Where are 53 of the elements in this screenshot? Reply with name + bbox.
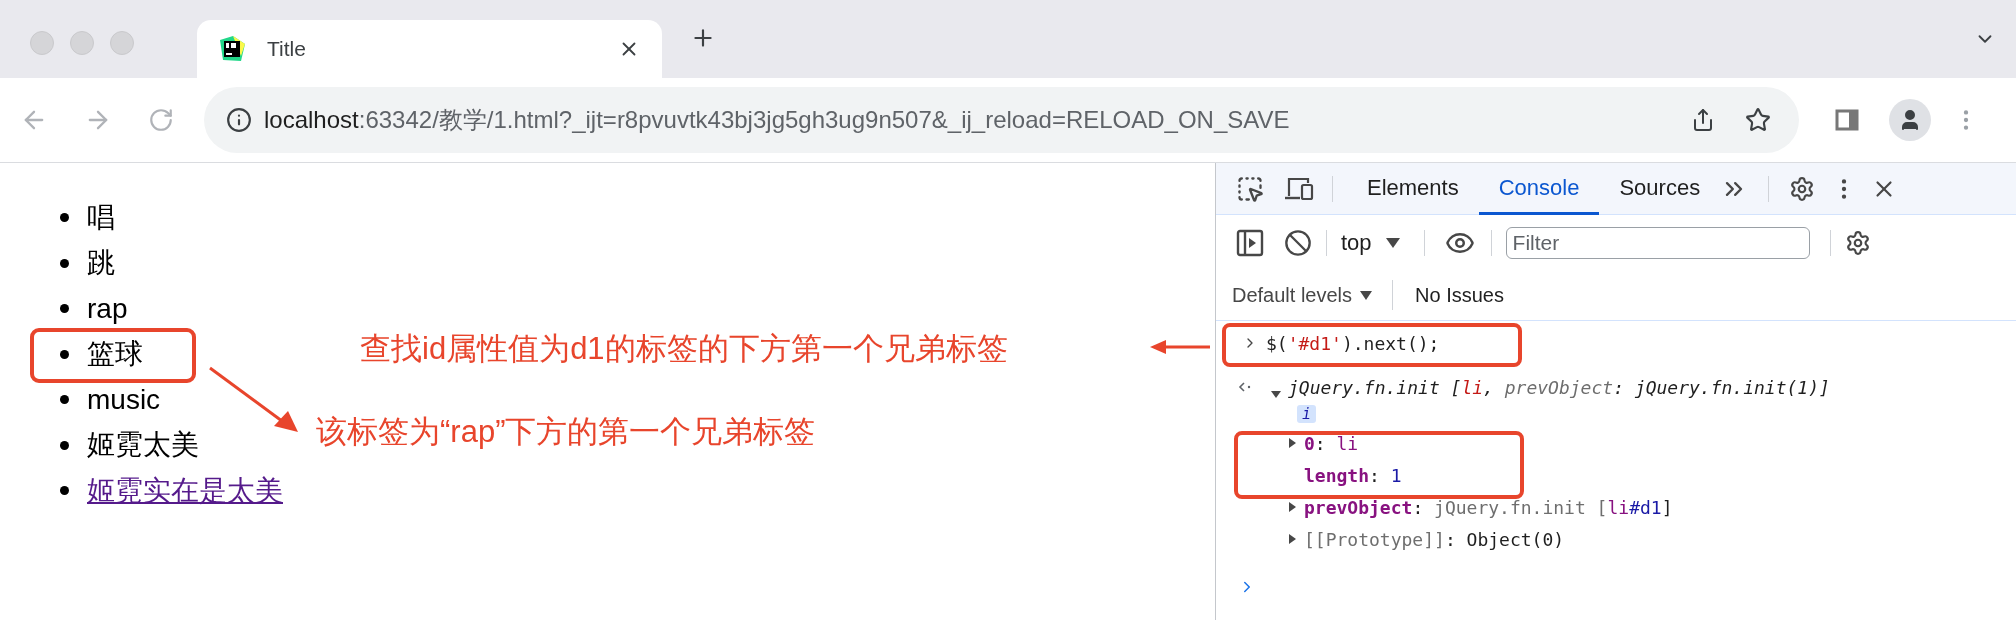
bullet xyxy=(60,349,69,359)
devtools-tab[interactable]: Elements xyxy=(1347,162,1479,215)
bullet xyxy=(60,486,69,496)
console-command-text: $('#d1').next(); xyxy=(1266,331,1440,356)
devtools-tab[interactable]: Sources xyxy=(1599,162,1721,215)
console-result-text: jQuery.fn.init [li, prevObject: jQuery.fn.init(1)] xyxy=(1288,375,1830,400)
property-line: [[Prototype]]: Object(0) xyxy=(1304,527,1565,552)
devtools-tab[interactable]: Console xyxy=(1478,162,1600,215)
annotation-text: 查找id属性值为d1的标签的下方第一个兄弟标签 xyxy=(360,330,1008,368)
caret-icon xyxy=(1385,237,1400,248)
info-badge[interactable]: i xyxy=(1297,405,1317,423)
share-icon[interactable] xyxy=(1691,108,1715,132)
bullet xyxy=(60,395,69,405)
list-item-text: music xyxy=(87,382,161,417)
bookmark-star-icon[interactable] xyxy=(1745,107,1771,133)
expand-triangle[interactable] xyxy=(1286,437,1298,449)
console-settings-icon[interactable] xyxy=(1844,229,1871,256)
expand-triangle[interactable] xyxy=(1270,388,1282,400)
property-line: length: 1 xyxy=(1304,463,1402,488)
list-item-text: 唱 xyxy=(87,200,115,235)
browser-tab[interactable]: Title xyxy=(197,20,662,78)
caret-icon xyxy=(1360,290,1373,300)
sidebar-toggle-icon[interactable] xyxy=(1236,228,1264,257)
bullet xyxy=(60,440,69,450)
side-panel-icon[interactable] xyxy=(1835,108,1859,132)
url-text: localhost:63342/教学/1.html?_ijt=r8pvuvtk43bj3jg5gh3ug9n507&_ij_reload=RELOAD_ON_SAVE xyxy=(264,105,1290,135)
annotation-text: 该标签为“rap”下方的第一个兄弟标签 xyxy=(316,413,816,451)
list-item-text: 跳 xyxy=(87,246,115,281)
bullet xyxy=(60,304,69,314)
list-item-text: rap xyxy=(87,291,128,326)
bullet xyxy=(60,213,69,223)
expand-triangle[interactable] xyxy=(1286,501,1298,513)
settings-icon[interactable] xyxy=(1789,175,1816,202)
arrow xyxy=(1150,339,1212,355)
bullet xyxy=(60,258,69,268)
info-icon xyxy=(226,107,252,133)
profile-avatar[interactable] xyxy=(1889,99,1931,141)
log-levels-dropdown[interactable]: Default levels xyxy=(1232,280,1373,310)
inspect-icon[interactable] xyxy=(1236,174,1264,203)
list-item-text: 篮球 xyxy=(87,337,143,372)
address-bar[interactable]: localhost:63342/教学/1.html?_ijt=r8pvuvtk43bj3jg5gh3ug9n507&_ij_reload=RELOAD_ON_SAVE xyxy=(204,87,1799,153)
tab-title: Title xyxy=(267,36,306,63)
issues-label: No Issues xyxy=(1415,283,1504,308)
property-line: 0: li xyxy=(1304,431,1359,456)
link[interactable]: 姬霓实在是太美 xyxy=(87,469,283,512)
property-line: prevObject: jQuery.fn.init [li#d1] xyxy=(1304,495,1673,520)
list-item-text: 姬霓太美 xyxy=(87,428,199,463)
filter-field[interactable]: Filter xyxy=(1505,226,1810,259)
context-dropdown[interactable]: top xyxy=(1341,226,1400,259)
app-icon xyxy=(219,36,245,62)
device-toolbar-icon[interactable] xyxy=(1284,175,1314,202)
clear-console-icon[interactable] xyxy=(1284,228,1312,257)
expand-triangle[interactable] xyxy=(1286,533,1298,545)
